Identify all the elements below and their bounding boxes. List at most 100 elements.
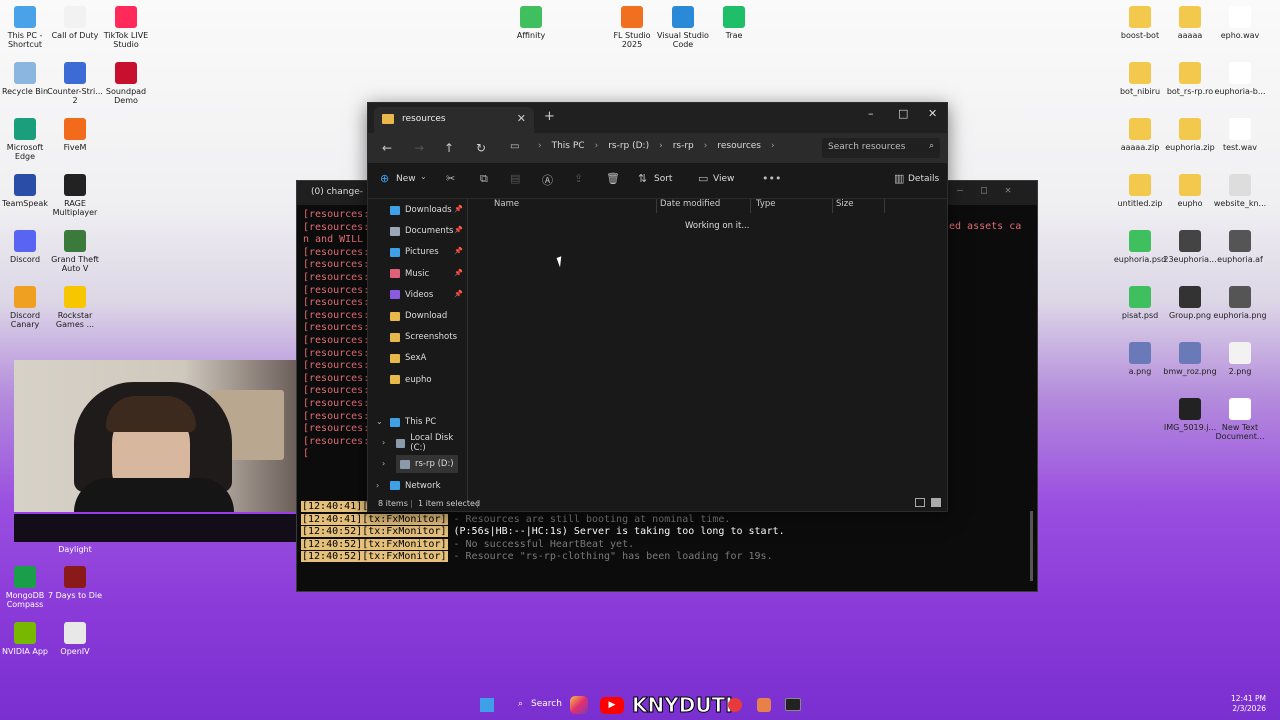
- desktop-icon[interactable]: Rockstar Games ...: [46, 286, 104, 329]
- sidebar-item[interactable]: Screenshots: [390, 328, 457, 346]
- sidebar-item[interactable]: Videos: [390, 286, 433, 304]
- expand-icon[interactable]: ⌄: [376, 417, 383, 426]
- more-icon[interactable]: •••: [762, 172, 781, 185]
- monitor-text: - No successful HeartBeat yet.: [453, 538, 635, 550]
- start-icon[interactable]: [480, 698, 494, 712]
- tree-item[interactable]: Local Disk (C:): [396, 433, 467, 453]
- desktop-icon-label: Grand Theft Auto V: [51, 255, 99, 273]
- details-view-icon[interactable]: [915, 498, 925, 507]
- file-explorer-window[interactable]: resources ✕ + – □ ✕ ← → ↑ ↻ ▭ › This PC …: [367, 102, 948, 512]
- app-icon[interactable]: [757, 698, 771, 712]
- desktop-icon[interactable]: test.wav: [1211, 118, 1269, 152]
- minimize-button[interactable]: –: [868, 107, 874, 120]
- up-icon[interactable]: ↑: [444, 141, 454, 155]
- back-icon[interactable]: ←: [382, 141, 392, 155]
- view-button[interactable]: View: [713, 174, 734, 184]
- column-divider[interactable]: [884, 199, 885, 213]
- sidebar-item[interactable]: eupho: [390, 371, 432, 389]
- system-tray[interactable]: 12:41 PM 2/3/2026: [1231, 694, 1266, 714]
- terminal-icon[interactable]: [785, 698, 801, 711]
- expand-icon[interactable]: ›: [382, 438, 385, 447]
- expand-icon[interactable]: ›: [376, 481, 379, 490]
- close-tab-icon[interactable]: ✕: [517, 112, 526, 125]
- crumb-drive[interactable]: rs-rp (D:): [608, 141, 649, 151]
- column-divider[interactable]: [656, 199, 657, 213]
- desktop-icon[interactable]: Visual Studio Code: [654, 6, 712, 49]
- desktop-icon[interactable]: RAGE Multiplayer: [46, 174, 104, 217]
- desktop-icon[interactable]: Affinity: [502, 6, 560, 40]
- rename-icon[interactable]: Ⓐ: [542, 172, 553, 188]
- share-icon[interactable]: ⇪: [574, 172, 583, 185]
- desktop-icon[interactable]: website_kn...: [1211, 174, 1269, 208]
- desktop-icon[interactable]: Trae: [705, 6, 763, 40]
- column-divider[interactable]: [832, 199, 833, 213]
- desktop-icon[interactable]: Counter-Stri... 2: [46, 62, 104, 105]
- breadcrumb[interactable]: › This PC › rs-rp (D:) › rs-rp › resourc…: [538, 141, 785, 151]
- copy-icon[interactable]: ⧉: [480, 172, 488, 186]
- column-name[interactable]: Name: [494, 199, 519, 209]
- refresh-icon[interactable]: ↻: [476, 141, 486, 155]
- crumb-resources[interactable]: resources: [717, 141, 761, 151]
- tab-resources[interactable]: resources ✕: [374, 107, 534, 133]
- sort-button[interactable]: Sort: [654, 174, 672, 184]
- tiles-view-icon[interactable]: [931, 498, 941, 507]
- maximize-button[interactable]: □: [898, 107, 908, 120]
- desktop-icon[interactable]: 2.png: [1211, 342, 1269, 376]
- desktop-icon[interactable]: Call of Duty: [46, 6, 104, 40]
- file-list[interactable]: Name Date modified Type Size Working on …: [474, 199, 947, 503]
- desktop-icon[interactable]: Grand Theft Auto V: [46, 230, 104, 273]
- channel-banner: KNYDUTI: [632, 693, 734, 718]
- loading-status: Working on it...: [685, 221, 750, 231]
- command-bar: ⊕ New ⌄ ✂ ⧉ ▤ Ⓐ ⇪ 🗑 ⇅ Sort ▭ View ••• ▥ …: [368, 163, 947, 199]
- delete-icon[interactable]: 🗑: [606, 172, 620, 185]
- app-icon[interactable]: [728, 698, 742, 712]
- desktop-icon[interactable]: FiveM: [46, 118, 104, 152]
- sidebar-item[interactable]: Music: [390, 265, 429, 283]
- column-divider[interactable]: [750, 199, 751, 213]
- cut-icon[interactable]: ✂: [446, 172, 455, 185]
- new-tab-button[interactable]: +: [544, 109, 555, 124]
- sidebar-item[interactable]: Documents: [390, 222, 453, 240]
- app-icon: [64, 566, 86, 588]
- details-button[interactable]: Details: [908, 174, 939, 184]
- desktop-icon[interactable]: TikTok LIVE Studio: [97, 6, 155, 49]
- sidebar-item[interactable]: Downloads: [390, 201, 452, 219]
- desktop-icon[interactable]: New Text Document...: [1211, 398, 1269, 441]
- desktop-icon-label: Trae: [725, 31, 743, 40]
- desktop-icon[interactable]: FL Studio 2025: [603, 6, 661, 49]
- terminal-scrollbar[interactable]: [1030, 511, 1033, 581]
- column-date[interactable]: Date modified: [660, 199, 720, 209]
- terminal-tab-title[interactable]: (0) change-: [311, 187, 363, 197]
- app-icon: [672, 6, 694, 28]
- desktop-icon[interactable]: 7 Days to Die: [46, 566, 104, 600]
- forward-icon[interactable]: →: [414, 141, 424, 155]
- sidebar-item[interactable]: SexA: [390, 349, 426, 367]
- status-bar: 8 items | 1 item selected |: [368, 497, 947, 511]
- desktop-icon[interactable]: epho.wav: [1211, 6, 1269, 40]
- desktop-icon[interactable]: OpenIV: [46, 622, 104, 656]
- desktop-icon[interactable]: euphoria.af: [1211, 230, 1269, 264]
- app-icon: [64, 6, 86, 28]
- terminal-window-controls[interactable]: –□✕: [957, 185, 1029, 196]
- column-type[interactable]: Type: [756, 199, 776, 209]
- crumb-this-pc[interactable]: This PC: [552, 141, 585, 151]
- tree-item[interactable]: This PC: [390, 413, 436, 431]
- close-button[interactable]: ✕: [928, 107, 937, 120]
- desktop-icon[interactable]: Soundpad Demo: [97, 62, 155, 105]
- desktop-icon[interactable]: euphoria-b...: [1211, 62, 1269, 96]
- sidebar-item[interactable]: Pictures: [390, 243, 439, 261]
- tree-item[interactable]: rs-rp (D:): [396, 455, 458, 474]
- desktop-icon[interactable]: euphoria.png: [1211, 286, 1269, 320]
- crumb-rs-rp[interactable]: rs-rp: [673, 141, 694, 151]
- search-box[interactable]: Search resources ⌕: [822, 138, 940, 158]
- new-button[interactable]: New: [396, 174, 416, 184]
- navigation-pane[interactable]: Downloads 📌 Documents 📌 Pictures 📌 Music 📌 Video…: [368, 199, 468, 503]
- tree-item[interactable]: Network: [390, 477, 441, 495]
- desktop-icon-label: RAGE Multiplayer: [52, 199, 98, 217]
- search-icon[interactable]: ⌕: [518, 699, 523, 709]
- column-size[interactable]: Size: [836, 199, 853, 209]
- expand-icon[interactable]: ›: [382, 459, 385, 468]
- taskbar-search[interactable]: Search: [531, 699, 562, 709]
- paste-icon[interactable]: ▤: [510, 172, 520, 185]
- sidebar-item[interactable]: Download: [390, 307, 447, 325]
